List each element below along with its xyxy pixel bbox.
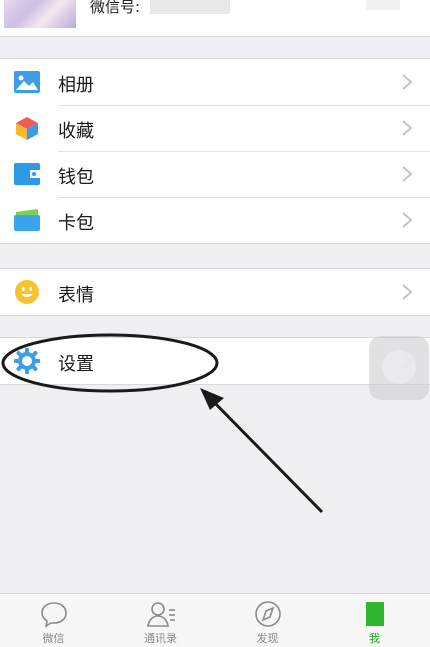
wechat-id-label: 微信号: (90, 0, 141, 16)
contacts-icon (146, 602, 175, 627)
menu-group-2: 表情 (0, 268, 430, 316)
me-icon (365, 602, 384, 626)
chat-bubble-icon (40, 602, 67, 628)
chevron-right-icon (402, 74, 413, 90)
menu-item-label: 卡包 (58, 213, 94, 234)
chevron-right-icon (402, 284, 413, 300)
card-wallet-icon (14, 208, 40, 232)
menu-item-favorites[interactable]: 收藏 (0, 105, 430, 151)
menu-item-label: 收藏 (58, 121, 94, 142)
tab-label: 我 (369, 632, 380, 645)
compass-icon (254, 601, 281, 627)
menu-item-label: 表情 (58, 285, 94, 306)
menu-group-1: 相册 收藏 钱包 卡包 (0, 58, 430, 244)
photo-album-icon (14, 70, 40, 94)
menu-item-album[interactable]: 相册 (0, 59, 430, 105)
menu-item-label: 钱包 (58, 167, 94, 188)
chevron-right-icon (402, 212, 413, 228)
qr-code-icon[interactable] (366, 0, 400, 10)
smiley-icon (14, 280, 40, 304)
menu-item-wallet[interactable]: 钱包 (0, 151, 430, 197)
menu-item-card-wallet[interactable]: 卡包 (0, 197, 430, 243)
menu-item-settings[interactable]: 设置 (0, 338, 430, 384)
tab-label: 微信 (42, 632, 65, 645)
pointer-arrow-annotation (200, 388, 324, 514)
favorites-cube-icon (14, 116, 40, 140)
menu-item-label: 设置 (58, 354, 94, 375)
assistive-touch-button[interactable] (369, 336, 429, 400)
menu-item-stickers[interactable]: 表情 (0, 269, 430, 315)
tab-discover[interactable]: 发现 (214, 594, 321, 647)
chevron-right-icon (402, 120, 413, 136)
wallet-icon (14, 162, 40, 186)
tab-label: 通讯录 (144, 632, 177, 645)
wechat-id-redacted (150, 0, 230, 14)
tab-label: 发现 (256, 632, 279, 645)
gear-icon (14, 348, 40, 374)
avatar[interactable] (4, 0, 76, 28)
menu-group-3: 设置 (0, 337, 430, 385)
tab-chats[interactable]: 微信 (0, 594, 107, 647)
bottom-tab-bar: 微信 通讯录 发现 我 (0, 593, 430, 647)
tab-contacts[interactable]: 通讯录 (107, 594, 214, 647)
menu-item-label: 相册 (58, 75, 94, 96)
tab-me[interactable]: 我 (321, 594, 428, 647)
chevron-right-icon (402, 166, 413, 182)
profile-card[interactable]: 微信号: (0, 0, 430, 37)
